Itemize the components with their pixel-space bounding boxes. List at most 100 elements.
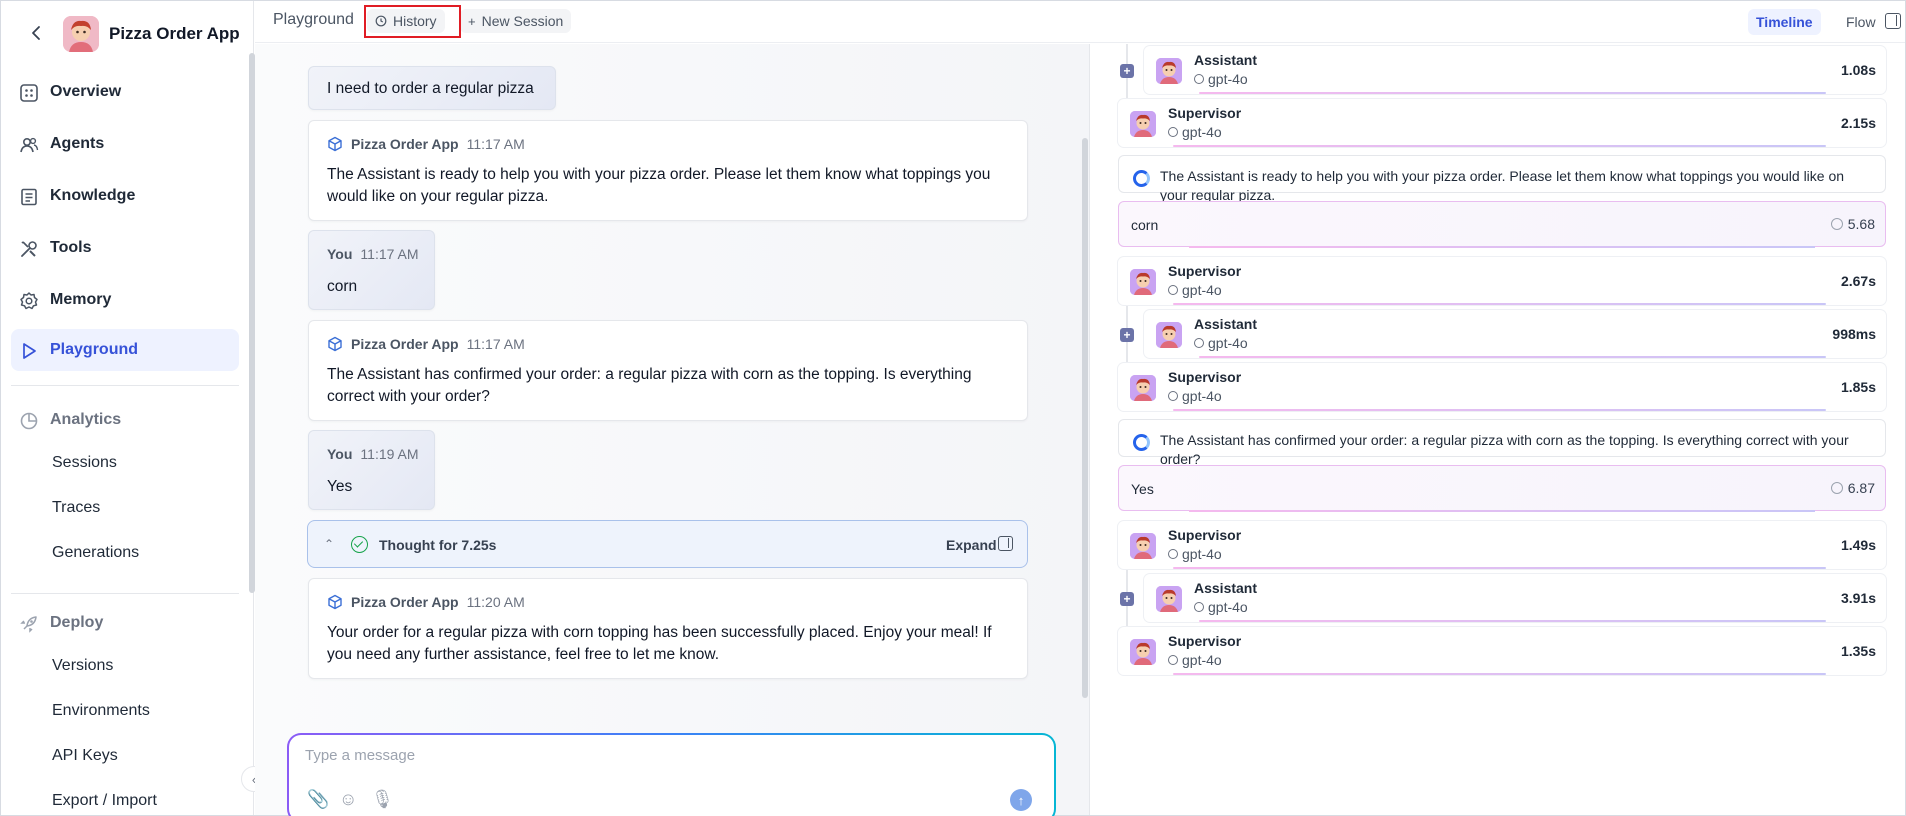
timeline-agent-card[interactable]: Supervisor gpt-4o 2.15s [1118,99,1886,147]
nav-label: Playground [50,341,139,358]
message-header: Pizza Order App 11:17 AM [327,336,525,352]
sender-name: Pizza Order App [351,594,459,610]
model-name: gpt-4o [1208,71,1248,87]
timeline-response[interactable]: The Assistant is ready to help you with … [1118,155,1886,203]
message-header: You 11:19 AM [327,446,419,462]
user-message: You 11:17 AM corn [308,230,435,310]
model-name: gpt-4o [1182,546,1222,562]
nav-memory[interactable]: Memory [11,279,239,321]
expand-node-icon[interactable]: + [1120,328,1134,342]
agent-model: gpt-4o [1168,546,1222,562]
timeline-agent-card[interactable]: Assistant gpt-4o 1.08s [1144,46,1886,94]
microphone-icon[interactable]: 🎙 [371,789,394,810]
model-name: gpt-4o [1182,124,1222,140]
nav-overview[interactable]: Overview [11,71,239,113]
divider [11,593,239,594]
sender-name: Pizza Order App [351,136,459,152]
pie-chart-icon [20,412,38,430]
tab-timeline[interactable]: Timeline [1748,9,1821,35]
model-name: gpt-4o [1182,652,1222,668]
nav-generations[interactable]: Generations [52,544,139,562]
timeline-agent-card[interactable]: Supervisor gpt-4o 1.85s [1118,363,1886,411]
nav-environments[interactable]: Environments [52,702,150,720]
app-message: Pizza Order App 11:20 AM Your order for … [308,578,1028,679]
nav-export-import[interactable]: Export / Import [52,792,157,810]
timeline-agent-card[interactable]: Supervisor gpt-4o 1.35s [1118,627,1886,675]
app-title: Pizza Order App [109,24,240,43]
chat-scrollbar[interactable] [1082,138,1088,698]
message-time: 11:17 AM [360,246,419,262]
nav-label: Deploy [50,614,104,631]
toggle-panel-icon[interactable] [1885,13,1901,29]
nav-tools[interactable]: Tools [11,227,239,269]
history-highlight [364,5,461,38]
nav-agents[interactable]: Agents [11,123,239,165]
agent-duration: 1.85s [1840,379,1876,395]
nav-api-keys[interactable]: API Keys [52,747,118,765]
sender-name: You [327,446,353,462]
agent-avatar [1130,375,1156,401]
agent-avatar [1156,322,1182,348]
timeline-agent-card[interactable]: Assistant gpt-4o 3.91s [1144,574,1886,622]
model-name: gpt-4o [1208,335,1248,351]
nav-label: Overview [50,83,122,100]
timeline-response[interactable]: The Assistant has confirmed your order: … [1118,419,1886,467]
agent-model: gpt-4o [1194,335,1248,351]
book-icon [21,188,37,206]
expand-node-icon[interactable]: + [1120,64,1134,78]
nav-playground[interactable]: Playground [11,329,239,371]
agent-model: gpt-4o [1168,652,1222,668]
expand-panel-icon[interactable] [998,536,1013,551]
model-name: gpt-4o [1182,388,1222,404]
timeline-user-input[interactable]: corn 5.68 [1118,201,1886,248]
timeline-agent-card[interactable]: Assistant gpt-4o 998ms [1144,310,1886,358]
paperclip-icon[interactable]: 📎 [307,789,329,810]
message-time: 11:19 AM [360,446,419,462]
agent-name: Supervisor [1168,369,1242,385]
users-icon [20,137,39,153]
thought-panel[interactable]: ⌃ Thought for 7.25s Expand [307,520,1028,568]
message-text: corn [327,278,358,295]
cube-icon [328,594,342,610]
new-session-button[interactable]: + New Session [460,9,572,33]
expand-node-icon[interactable]: + [1120,592,1134,606]
agent-avatar [1130,111,1156,137]
agent-model: gpt-4o [1168,282,1222,298]
user-input-text: Yes [1131,481,1154,497]
nav-traces[interactable]: Traces [52,499,100,517]
timeline-agent-card[interactable]: Supervisor gpt-4o 1.49s [1118,521,1886,569]
message-header: Pizza Order App 11:17 AM [327,136,525,152]
agent-avatar [1130,533,1156,559]
nav-sessions[interactable]: Sessions [52,454,117,472]
time-value: 5.68 [1847,216,1875,232]
emoji-icon[interactable]: ☺ [339,789,357,810]
chevron-up-icon[interactable]: ⌃ [324,537,334,551]
agent-duration: 1.08s [1840,62,1876,78]
nav-versions[interactable]: Versions [52,657,113,675]
agent-duration: 998ms [1832,326,1876,342]
check-circle-icon [351,536,368,553]
nav-deploy[interactable]: Deploy [11,602,239,644]
tools-icon [21,241,37,257]
sidebar-header: Pizza Order App [1,1,254,63]
nav-analytics[interactable]: Analytics [11,399,239,441]
timeline-agent-card[interactable]: Supervisor gpt-4o 2.67s [1118,257,1886,305]
tab-flow[interactable]: Flow [1838,9,1884,35]
agent-duration: 3.91s [1840,590,1876,606]
cube-icon [328,336,342,352]
agent-duration: 2.15s [1840,115,1876,131]
new-session-label: New Session [481,13,564,29]
nav-knowledge[interactable]: Knowledge [11,175,239,217]
expand-button[interactable]: Expand [946,537,997,553]
app-avatar [63,16,99,52]
clock-icon [1830,218,1843,230]
user-message: You 11:19 AM Yes [308,430,435,510]
agent-avatar [1130,639,1156,665]
send-button[interactable]: ↑ [1010,789,1032,811]
message-input[interactable] [305,747,1005,764]
agent-name: Supervisor [1168,527,1242,543]
message-text: I need to order a regular pizza [327,80,534,97]
progress-underline [1199,92,1826,94]
back-arrow-icon[interactable] [29,25,43,41]
timeline-user-input[interactable]: Yes 6.87 [1118,465,1886,512]
